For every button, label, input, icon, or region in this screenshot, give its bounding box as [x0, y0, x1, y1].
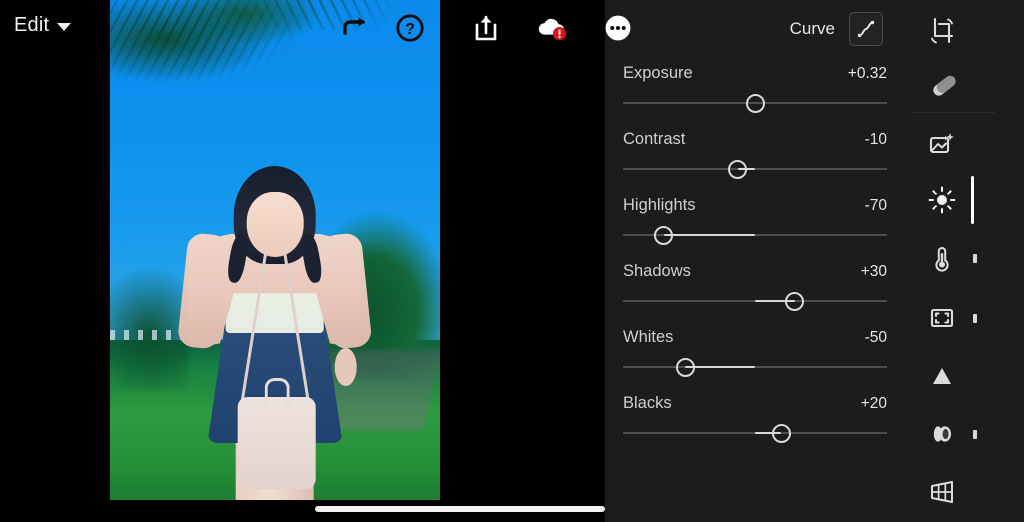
slider-header: Blacks +20: [623, 394, 887, 413]
toolbar-divider: [913, 112, 995, 113]
slider-track-base: [623, 168, 887, 170]
photo-subject: [173, 120, 378, 500]
slider-label: Whites: [623, 328, 674, 346]
slider-header: Highlights -70: [623, 196, 887, 215]
slider-blacks: Blacks +20: [623, 394, 887, 443]
handbag-handle: [264, 378, 290, 405]
sun-icon: [922, 185, 962, 215]
slider-highlights: Highlights -70: [623, 196, 887, 245]
slider-handle[interactable]: [675, 358, 695, 377]
panel-title: Curve: [789, 19, 835, 38]
edit-menu-button[interactable]: Edit: [14, 14, 72, 37]
subject-hand-right: [334, 348, 357, 386]
slider-shadows: Shadows +30: [623, 262, 887, 311]
top-action-bar: [470, 12, 634, 44]
edited-indicator-dot: [973, 253, 977, 263]
slider-track[interactable]: [623, 424, 887, 443]
tool-geometry[interactable]: [905, 464, 1024, 520]
tool-light[interactable]: [905, 172, 1024, 228]
slider-track-fill: [685, 365, 755, 368]
slider-label: Contrast: [623, 130, 686, 148]
slider-label: Blacks: [623, 394, 672, 412]
slider-header: Whites -50: [623, 328, 887, 347]
edited-indicator-dot: [973, 313, 977, 323]
svg-text:?: ?: [405, 21, 415, 38]
thermometer-icon: [922, 243, 962, 273]
geometry-icon: [922, 477, 962, 507]
slider-label: Shadows: [623, 262, 691, 280]
slider-exposure: Exposure +0.32: [623, 64, 887, 113]
crop-rotate-icon: [922, 16, 962, 46]
help-button[interactable]: ?: [394, 12, 426, 44]
slider-whites: Whites -50: [623, 328, 887, 377]
slider-track[interactable]: [623, 226, 887, 245]
redo-button[interactable]: [340, 12, 372, 44]
slider-track-base: [623, 366, 887, 368]
slider-value: -70: [864, 197, 887, 214]
heal-eraser-icon: [922, 72, 962, 102]
slider-value: +20: [860, 395, 887, 412]
slider-handle[interactable]: [745, 94, 765, 113]
tool-optics[interactable]: [905, 406, 1024, 462]
edit-tool-rail: [905, 0, 1024, 522]
slider-handle[interactable]: [771, 424, 791, 443]
tone-curve-icon: [857, 20, 875, 38]
slider-value: -50: [864, 329, 887, 346]
tool-healing[interactable]: [905, 59, 1024, 115]
subject-handbag: [238, 397, 316, 489]
tool-presets[interactable]: [905, 116, 1024, 172]
lightroom-editor-screen: Edit ? Curve Exposure +0.32 Contrast -10…: [0, 0, 1024, 522]
tool-color[interactable]: [905, 230, 1024, 286]
slider-header: Contrast -10: [623, 130, 887, 149]
slider-handle[interactable]: [785, 292, 805, 311]
chevron-down-icon: [57, 23, 72, 31]
tool-effects[interactable]: [905, 290, 1024, 346]
slider-value: -10: [864, 131, 887, 148]
panel-header: Curve: [790, 12, 883, 46]
active-panel-indicator: [971, 176, 974, 224]
slider-track[interactable]: [623, 94, 887, 113]
more-options-button[interactable]: [602, 12, 634, 44]
cloud-sync-status-button[interactable]: [536, 12, 568, 44]
slider-handle[interactable]: [728, 160, 748, 179]
slider-handle[interactable]: [654, 226, 674, 245]
slider-track-fill: [663, 233, 755, 236]
detail-icon: [922, 303, 962, 333]
photo-overlay-actions: ?: [340, 12, 426, 44]
share-button[interactable]: [470, 12, 502, 44]
slider-label: Highlights: [623, 196, 696, 214]
slider-list: Exposure +0.32 Contrast -10 Highlights -70 Sha…: [605, 64, 905, 460]
slider-header: Exposure +0.32: [623, 64, 887, 83]
photo-preview[interactable]: [110, 0, 440, 500]
triangle-icon: [922, 361, 962, 391]
edit-menu-label: Edit: [14, 14, 50, 36]
photo-canvas-area: Edit ?: [0, 0, 631, 522]
edited-indicator-dot: [973, 429, 977, 439]
presets-icon: [922, 129, 962, 159]
slider-label: Exposure: [623, 64, 693, 82]
slider-contrast: Contrast -10: [623, 130, 887, 179]
slider-track[interactable]: [623, 292, 887, 311]
slider-track[interactable]: [623, 160, 887, 179]
light-adjustments-panel: Curve Exposure +0.32 Contrast -10 Highlights…: [605, 0, 905, 522]
slider-header: Shadows +30: [623, 262, 887, 281]
slider-track[interactable]: [623, 358, 887, 377]
tool-detail[interactable]: [905, 348, 1024, 404]
subject-face: [246, 192, 304, 257]
lens-optics-icon: [922, 419, 962, 449]
tone-curve-button[interactable]: [849, 12, 883, 46]
tool-crop[interactable]: [905, 3, 1024, 59]
slider-value: +30: [860, 263, 887, 280]
slider-value: +0.32: [847, 65, 887, 82]
home-indicator: [315, 506, 605, 512]
